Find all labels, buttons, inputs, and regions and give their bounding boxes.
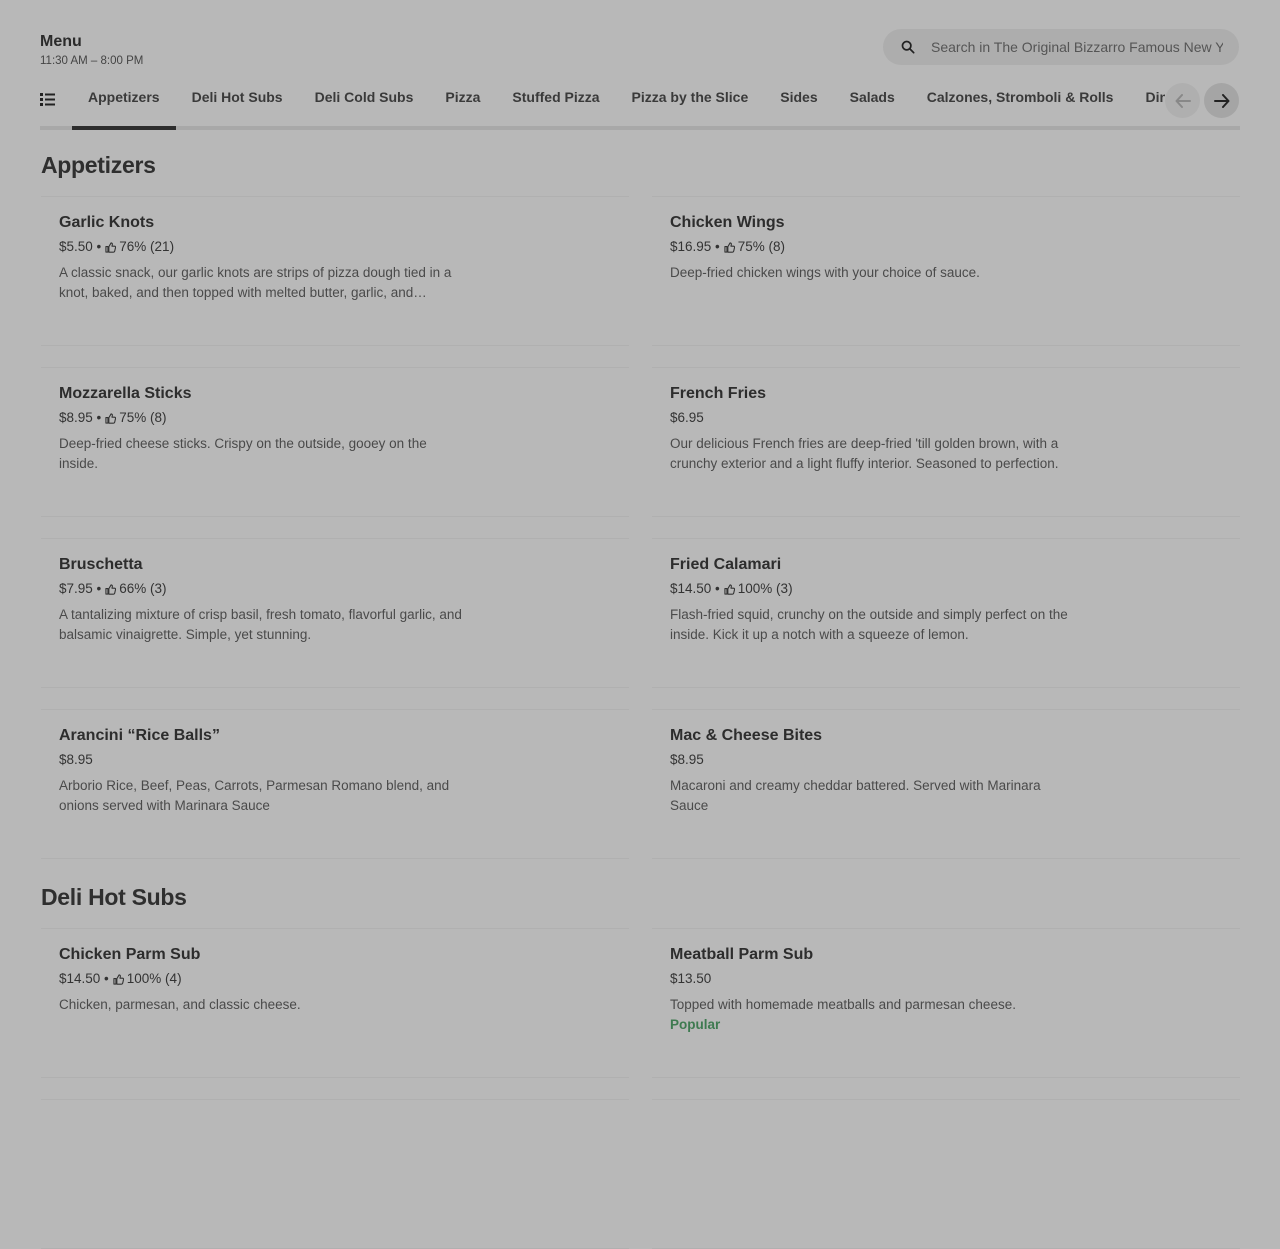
item-price: $7.95 (59, 581, 93, 596)
section-title: Deli Hot Subs (41, 884, 187, 910)
item-price: $8.95 (59, 410, 93, 425)
tabs-list: Appetizers Deli Hot Subs Deli Cold Subs Piz… (72, 80, 1165, 130)
tab-stuffed-pizza[interactable]: Stuffed Pizza (496, 80, 615, 126)
menu-item-card[interactable]: Chicken Parm Sub $14.50 • 100% (4) Chicken,… (41, 928, 629, 1078)
item-meta: $8.95 • 75% (8) (59, 410, 611, 426)
menu-item-card[interactable]: Bruschetta $7.95 • 66% (3) A tantalizing mi… (41, 538, 629, 688)
tab-salads[interactable]: Salads (834, 80, 911, 126)
tab-deli-hot-subs[interactable]: Deli Hot Subs (176, 80, 299, 126)
tab-deli-cold-subs[interactable]: Deli Cold Subs (299, 80, 430, 126)
search-icon (901, 40, 915, 54)
item-price: $14.50 (670, 581, 712, 596)
item-name: Bruschetta (59, 556, 143, 573)
item-description: Macaroni and creamy cheddar battered. Se… (670, 778, 1041, 813)
menu-item-card[interactable] (41, 1099, 629, 1249)
item-description: Deep-fried cheese sticks. Crispy on the … (59, 436, 427, 471)
menu-item-card[interactable]: French Fries $6.95 Our delicious French fr… (652, 367, 1240, 517)
category-list-icon[interactable] (40, 93, 55, 106)
item-price: $8.95 (670, 752, 704, 767)
item-rating: 75% (8) (737, 239, 786, 254)
menu-item-card[interactable] (652, 1099, 1240, 1249)
item-description: Arborio Rice, Beef, Peas, Carrots, Parme… (59, 778, 450, 813)
item-meta: $5.50 • 76% (21) (59, 239, 611, 255)
separator-dot: • (92, 239, 102, 254)
category-tab-bar: Appetizers Deli Hot Subs Deli Cold Subs Piz… (40, 80, 1240, 130)
tab-dinners[interactable]: Dinners (1129, 80, 1165, 126)
menu-title: Menu (40, 33, 82, 50)
menu-header: Menu 11:30 AM – 8:00 PM (40, 32, 143, 67)
search-placeholder: Search in The Original Bizzarro Famous N… (931, 39, 1223, 55)
item-description: Chicken, parmesan, and classic cheese. (59, 997, 301, 1012)
arrow-left-icon (1175, 93, 1191, 108)
item-name: Meatball Parm Sub (670, 946, 814, 963)
tab-appetizers[interactable]: Appetizers (72, 80, 176, 130)
thumbs-up-icon (105, 241, 117, 253)
menu-item-card[interactable]: Mac & Cheese Bites $8.95 Macaroni and crea… (652, 709, 1240, 859)
item-name: Chicken Wings (670, 214, 785, 231)
thumbs-up-icon (724, 583, 735, 595)
item-rating: 100% (4) (126, 971, 182, 986)
item-name: Fried Calamari (670, 556, 782, 573)
item-name: French Fries (670, 385, 767, 402)
item-meta: $14.50 • 100% (3) (670, 581, 1222, 597)
item-rating: 100% (3) (737, 581, 793, 596)
item-name: Garlic Knots (59, 214, 155, 231)
item-description: Deep-fried chicken wings with your choic… (670, 265, 980, 280)
menu-search-input[interactable]: Search in The Original Bizzarro Famous N… (883, 29, 1239, 65)
item-description: Our delicious French fries are deep-frie… (670, 436, 1059, 471)
popular-badge: Popular (670, 1017, 721, 1032)
tab-sides[interactable]: Sides (764, 80, 833, 126)
store-hours: 11:30 AM – 8:00 PM (40, 55, 144, 67)
arrow-right-icon (1213, 93, 1229, 108)
menu-item-card[interactable]: Chicken Wings $16.95 • 75% (8) Deep-fried c… (652, 196, 1240, 346)
menu-item-card[interactable]: Mozzarella Sticks $8.95 • 75% (8) Deep-frie… (41, 367, 629, 517)
item-rating: 76% (21) (119, 239, 175, 254)
item-name: Chicken Parm Sub (59, 946, 201, 963)
separator-dot: • (92, 581, 102, 596)
menu-item-card[interactable]: Fried Calamari $14.50 • 100% (3) Flash-frie… (652, 538, 1240, 688)
item-meta: $14.50 • 100% (4) (59, 971, 611, 987)
menu-item-card[interactable]: Arancini “Rice Balls” $8.95 Arborio Rice, … (41, 709, 629, 859)
tab-pizza-by-the-slice[interactable]: Pizza by the Slice (616, 80, 765, 126)
separator-dot: • (711, 581, 720, 596)
scroll-left-button[interactable] (1165, 83, 1200, 118)
menu-item-card[interactable]: Meatball Parm Sub $13.50 Topped with homem… (652, 928, 1240, 1078)
thumbs-up-icon (105, 412, 117, 424)
item-price: $6.95 (670, 410, 704, 425)
tab-pizza[interactable]: Pizza (429, 80, 496, 126)
item-name: Mozzarella Sticks (59, 385, 192, 402)
item-meta: $16.95 • 75% (8) (670, 239, 1222, 255)
item-meta: $6.95 (670, 410, 1222, 426)
item-rating: 75% (8) (119, 410, 167, 425)
thumbs-up-icon (724, 241, 735, 253)
thumbs-up-icon (113, 973, 124, 985)
item-meta: $8.95 (59, 752, 611, 768)
item-meta: $13.50 (670, 971, 1222, 987)
item-rating: 66% (3) (119, 581, 167, 596)
item-price: $5.50 (59, 239, 93, 254)
item-price: $14.50 (59, 971, 101, 986)
item-description: Flash-fried squid, crunchy on the outsid… (670, 607, 1068, 642)
item-price: $13.50 (670, 971, 712, 986)
item-price: $16.95 (670, 239, 712, 254)
item-description: A tantalizing mixture of crisp basil, fr… (59, 607, 462, 642)
item-description: Topped with homemade meatballs and parme… (670, 997, 1016, 1012)
item-meta: $8.95 (670, 752, 1222, 768)
thumbs-up-icon (105, 583, 117, 595)
separator-dot: • (711, 239, 720, 254)
tabs-viewport: Appetizers Deli Hot Subs Deli Cold Subs Piz… (72, 80, 1165, 130)
item-meta: $7.95 • 66% (3) (59, 581, 611, 597)
tab-calzones-stromboli-rolls[interactable]: Calzones, Stromboli & Rolls (911, 80, 1130, 126)
item-name: Mac & Cheese Bites (670, 727, 823, 744)
menu-item-card[interactable]: Garlic Knots $5.50 • 76% (21) A classic sna… (41, 196, 629, 346)
separator-dot: • (92, 410, 102, 425)
item-description: A classic snack, our garlic knots are st… (59, 265, 452, 300)
scroll-right-button[interactable] (1204, 83, 1239, 118)
item-price: $8.95 (59, 752, 93, 767)
separator-dot: • (100, 971, 109, 986)
item-name: Arancini “Rice Balls” (59, 727, 220, 744)
section-title: Appetizers (41, 152, 156, 178)
